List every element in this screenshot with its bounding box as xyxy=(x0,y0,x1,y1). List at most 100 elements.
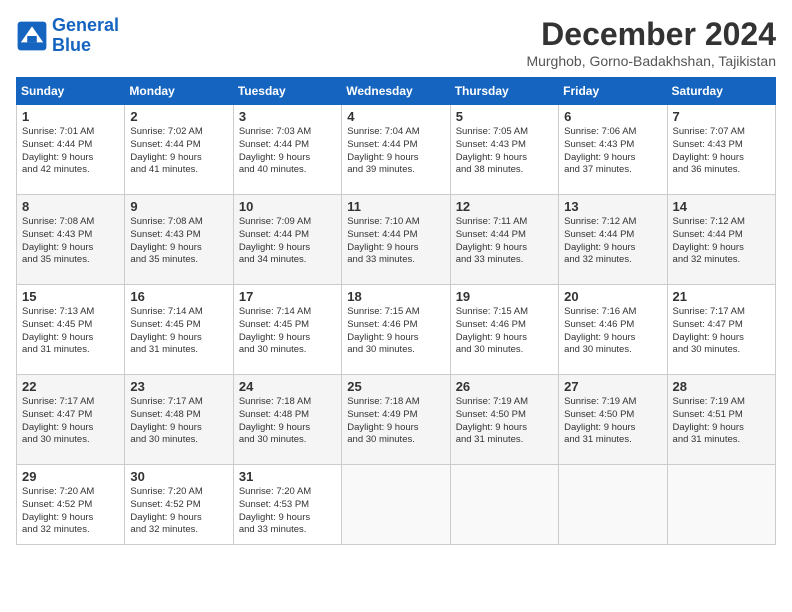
day-number: 6 xyxy=(564,109,661,124)
logo-icon xyxy=(16,20,48,52)
day-info: Sunrise: 7:04 AM Sunset: 4:44 PM Dayligh… xyxy=(347,126,444,177)
calendar-cell: 29Sunrise: 7:20 AM Sunset: 4:52 PM Dayli… xyxy=(17,465,125,545)
calendar-table: SundayMondayTuesdayWednesdayThursdayFrid… xyxy=(16,77,776,545)
day-info: Sunrise: 7:05 AM Sunset: 4:43 PM Dayligh… xyxy=(456,126,553,177)
day-number: 17 xyxy=(239,289,336,304)
day-info: Sunrise: 7:11 AM Sunset: 4:44 PM Dayligh… xyxy=(456,216,553,267)
calendar-cell: 12 Sunrise: 7:11 AM Sunset: 4:44 PM Dayli… xyxy=(450,195,558,285)
day-info: Sunrise: 7:09 AM Sunset: 4:44 PM Dayligh… xyxy=(239,216,336,267)
calendar-cell: 11 Sunrise: 7:10 AM Sunset: 4:44 PM Dayli… xyxy=(342,195,450,285)
day-number: 29 xyxy=(22,469,119,484)
day-info: Sunrise: 7:17 AM Sunset: 4:47 PM Dayligh… xyxy=(673,306,770,357)
calendar-cell: 31 Sunrise: 7:20 AM Sunset: 4:53 PM Dayli… xyxy=(233,465,341,545)
day-number: 19 xyxy=(456,289,553,304)
day-number: 26 xyxy=(456,379,553,394)
day-info: Sunrise: 7:19 AM Sunset: 4:50 PM Dayligh… xyxy=(564,396,661,447)
calendar-cell: 23 Sunrise: 7:17 AM Sunset: 4:48 PM Dayli… xyxy=(125,375,233,465)
day-number: 22 xyxy=(22,379,119,394)
day-number: 11 xyxy=(347,199,444,214)
calendar-cell: 3 Sunrise: 7:03 AM Sunset: 4:44 PM Daylig… xyxy=(233,105,341,195)
calendar-cell: 24 Sunrise: 7:18 AM Sunset: 4:48 PM Dayli… xyxy=(233,375,341,465)
calendar-cell xyxy=(342,465,450,545)
day-number: 7 xyxy=(673,109,770,124)
calendar-cell: 4 Sunrise: 7:04 AM Sunset: 4:44 PM Daylig… xyxy=(342,105,450,195)
calendar-cell: 18 Sunrise: 7:15 AM Sunset: 4:46 PM Dayli… xyxy=(342,285,450,375)
calendar-cell: 13Sunrise: 7:12 AM Sunset: 4:44 PM Dayli… xyxy=(559,195,667,285)
day-info: Sunrise: 7:18 AM Sunset: 4:48 PM Dayligh… xyxy=(239,396,336,447)
day-number: 15 xyxy=(22,289,119,304)
col-header-thursday: Thursday xyxy=(450,78,558,105)
day-number: 24 xyxy=(239,379,336,394)
calendar-cell: 16 Sunrise: 7:14 AM Sunset: 4:45 PM Dayli… xyxy=(125,285,233,375)
calendar-cell: 9 Sunrise: 7:08 AM Sunset: 4:43 PM Daylig… xyxy=(125,195,233,285)
day-number: 31 xyxy=(239,469,336,484)
calendar-cell: 25 Sunrise: 7:18 AM Sunset: 4:49 PM Dayli… xyxy=(342,375,450,465)
day-number: 18 xyxy=(347,289,444,304)
day-info: Sunrise: 7:17 AM Sunset: 4:47 PM Dayligh… xyxy=(22,396,119,447)
day-number: 12 xyxy=(456,199,553,214)
day-info: Sunrise: 7:14 AM Sunset: 4:45 PM Dayligh… xyxy=(239,306,336,357)
header-row: SundayMondayTuesdayWednesdayThursdayFrid… xyxy=(17,78,776,105)
day-info: Sunrise: 7:19 AM Sunset: 4:51 PM Dayligh… xyxy=(673,396,770,447)
day-number: 25 xyxy=(347,379,444,394)
calendar-cell: 17 Sunrise: 7:14 AM Sunset: 4:45 PM Dayli… xyxy=(233,285,341,375)
day-info: Sunrise: 7:03 AM Sunset: 4:44 PM Dayligh… xyxy=(239,126,336,177)
location: Murghob, Gorno-Badakhshan, Tajikistan xyxy=(526,53,776,69)
day-info: Sunrise: 7:14 AM Sunset: 4:45 PM Dayligh… xyxy=(130,306,227,357)
calendar-cell: 30Sunrise: 7:20 AM Sunset: 4:52 PM Dayli… xyxy=(125,465,233,545)
calendar-cell: 8 Sunrise: 7:08 AM Sunset: 4:43 PM Daylig… xyxy=(17,195,125,285)
day-number: 28 xyxy=(673,379,770,394)
day-info: Sunrise: 7:20 AM Sunset: 4:53 PM Dayligh… xyxy=(239,486,336,537)
day-number: 21 xyxy=(673,289,770,304)
day-info: Sunrise: 7:12 AM Sunset: 4:44 PM Dayligh… xyxy=(673,216,770,267)
day-number: 5 xyxy=(456,109,553,124)
calendar-cell: 27 Sunrise: 7:19 AM Sunset: 4:50 PM Dayli… xyxy=(559,375,667,465)
col-header-wednesday: Wednesday xyxy=(342,78,450,105)
day-info: Sunrise: 7:19 AM Sunset: 4:50 PM Dayligh… xyxy=(456,396,553,447)
day-info: Sunrise: 7:02 AM Sunset: 4:44 PM Dayligh… xyxy=(130,126,227,177)
col-header-saturday: Saturday xyxy=(667,78,775,105)
day-info: Sunrise: 7:13 AM Sunset: 4:45 PM Dayligh… xyxy=(22,306,119,357)
day-number: 8 xyxy=(22,199,119,214)
calendar-cell: 15 Sunrise: 7:13 AM Sunset: 4:45 PM Dayli… xyxy=(17,285,125,375)
day-info: Sunrise: 7:08 AM Sunset: 4:43 PM Dayligh… xyxy=(130,216,227,267)
calendar-cell: 14 Sunrise: 7:12 AM Sunset: 4:44 PM Dayli… xyxy=(667,195,775,285)
day-number: 13 xyxy=(564,199,661,214)
day-info: Sunrise: 7:17 AM Sunset: 4:48 PM Dayligh… xyxy=(130,396,227,447)
calendar-cell xyxy=(667,465,775,545)
calendar-cell: 26 Sunrise: 7:19 AM Sunset: 4:50 PM Dayli… xyxy=(450,375,558,465)
calendar-cell: 20Sunrise: 7:16 AM Sunset: 4:46 PM Dayli… xyxy=(559,285,667,375)
page-header: General Blue December 2024 Murghob, Gorn… xyxy=(16,16,776,69)
title-area: December 2024 Murghob, Gorno-Badakhshan,… xyxy=(526,16,776,69)
day-info: Sunrise: 7:15 AM Sunset: 4:46 PM Dayligh… xyxy=(456,306,553,357)
day-number: 10 xyxy=(239,199,336,214)
col-header-friday: Friday xyxy=(559,78,667,105)
day-info: Sunrise: 7:01 AM Sunset: 4:44 PM Dayligh… xyxy=(22,126,119,177)
day-number: 1 xyxy=(22,109,119,124)
day-number: 23 xyxy=(130,379,227,394)
logo-line2: Blue xyxy=(52,36,119,56)
day-info: Sunrise: 7:20 AM Sunset: 4:52 PM Dayligh… xyxy=(130,486,227,537)
day-info: Sunrise: 7:06 AM Sunset: 4:43 PM Dayligh… xyxy=(564,126,661,177)
col-header-sunday: Sunday xyxy=(17,78,125,105)
day-number: 14 xyxy=(673,199,770,214)
month-title: December 2024 xyxy=(526,16,776,53)
day-number: 3 xyxy=(239,109,336,124)
day-info: Sunrise: 7:18 AM Sunset: 4:49 PM Dayligh… xyxy=(347,396,444,447)
day-number: 9 xyxy=(130,199,227,214)
logo: General Blue xyxy=(16,16,119,56)
day-number: 4 xyxy=(347,109,444,124)
calendar-cell: 19 Sunrise: 7:15 AM Sunset: 4:46 PM Dayli… xyxy=(450,285,558,375)
col-header-monday: Monday xyxy=(125,78,233,105)
day-info: Sunrise: 7:10 AM Sunset: 4:44 PM Dayligh… xyxy=(347,216,444,267)
day-number: 2 xyxy=(130,109,227,124)
day-number: 20 xyxy=(564,289,661,304)
day-number: 27 xyxy=(564,379,661,394)
day-number: 16 xyxy=(130,289,227,304)
calendar-cell: 28 Sunrise: 7:19 AM Sunset: 4:51 PM Dayli… xyxy=(667,375,775,465)
col-header-tuesday: Tuesday xyxy=(233,78,341,105)
day-info: Sunrise: 7:08 AM Sunset: 4:43 PM Dayligh… xyxy=(22,216,119,267)
calendar-cell xyxy=(450,465,558,545)
calendar-cell: 1 Sunrise: 7:01 AM Sunset: 4:44 PM Daylig… xyxy=(17,105,125,195)
day-info: Sunrise: 7:15 AM Sunset: 4:46 PM Dayligh… xyxy=(347,306,444,357)
